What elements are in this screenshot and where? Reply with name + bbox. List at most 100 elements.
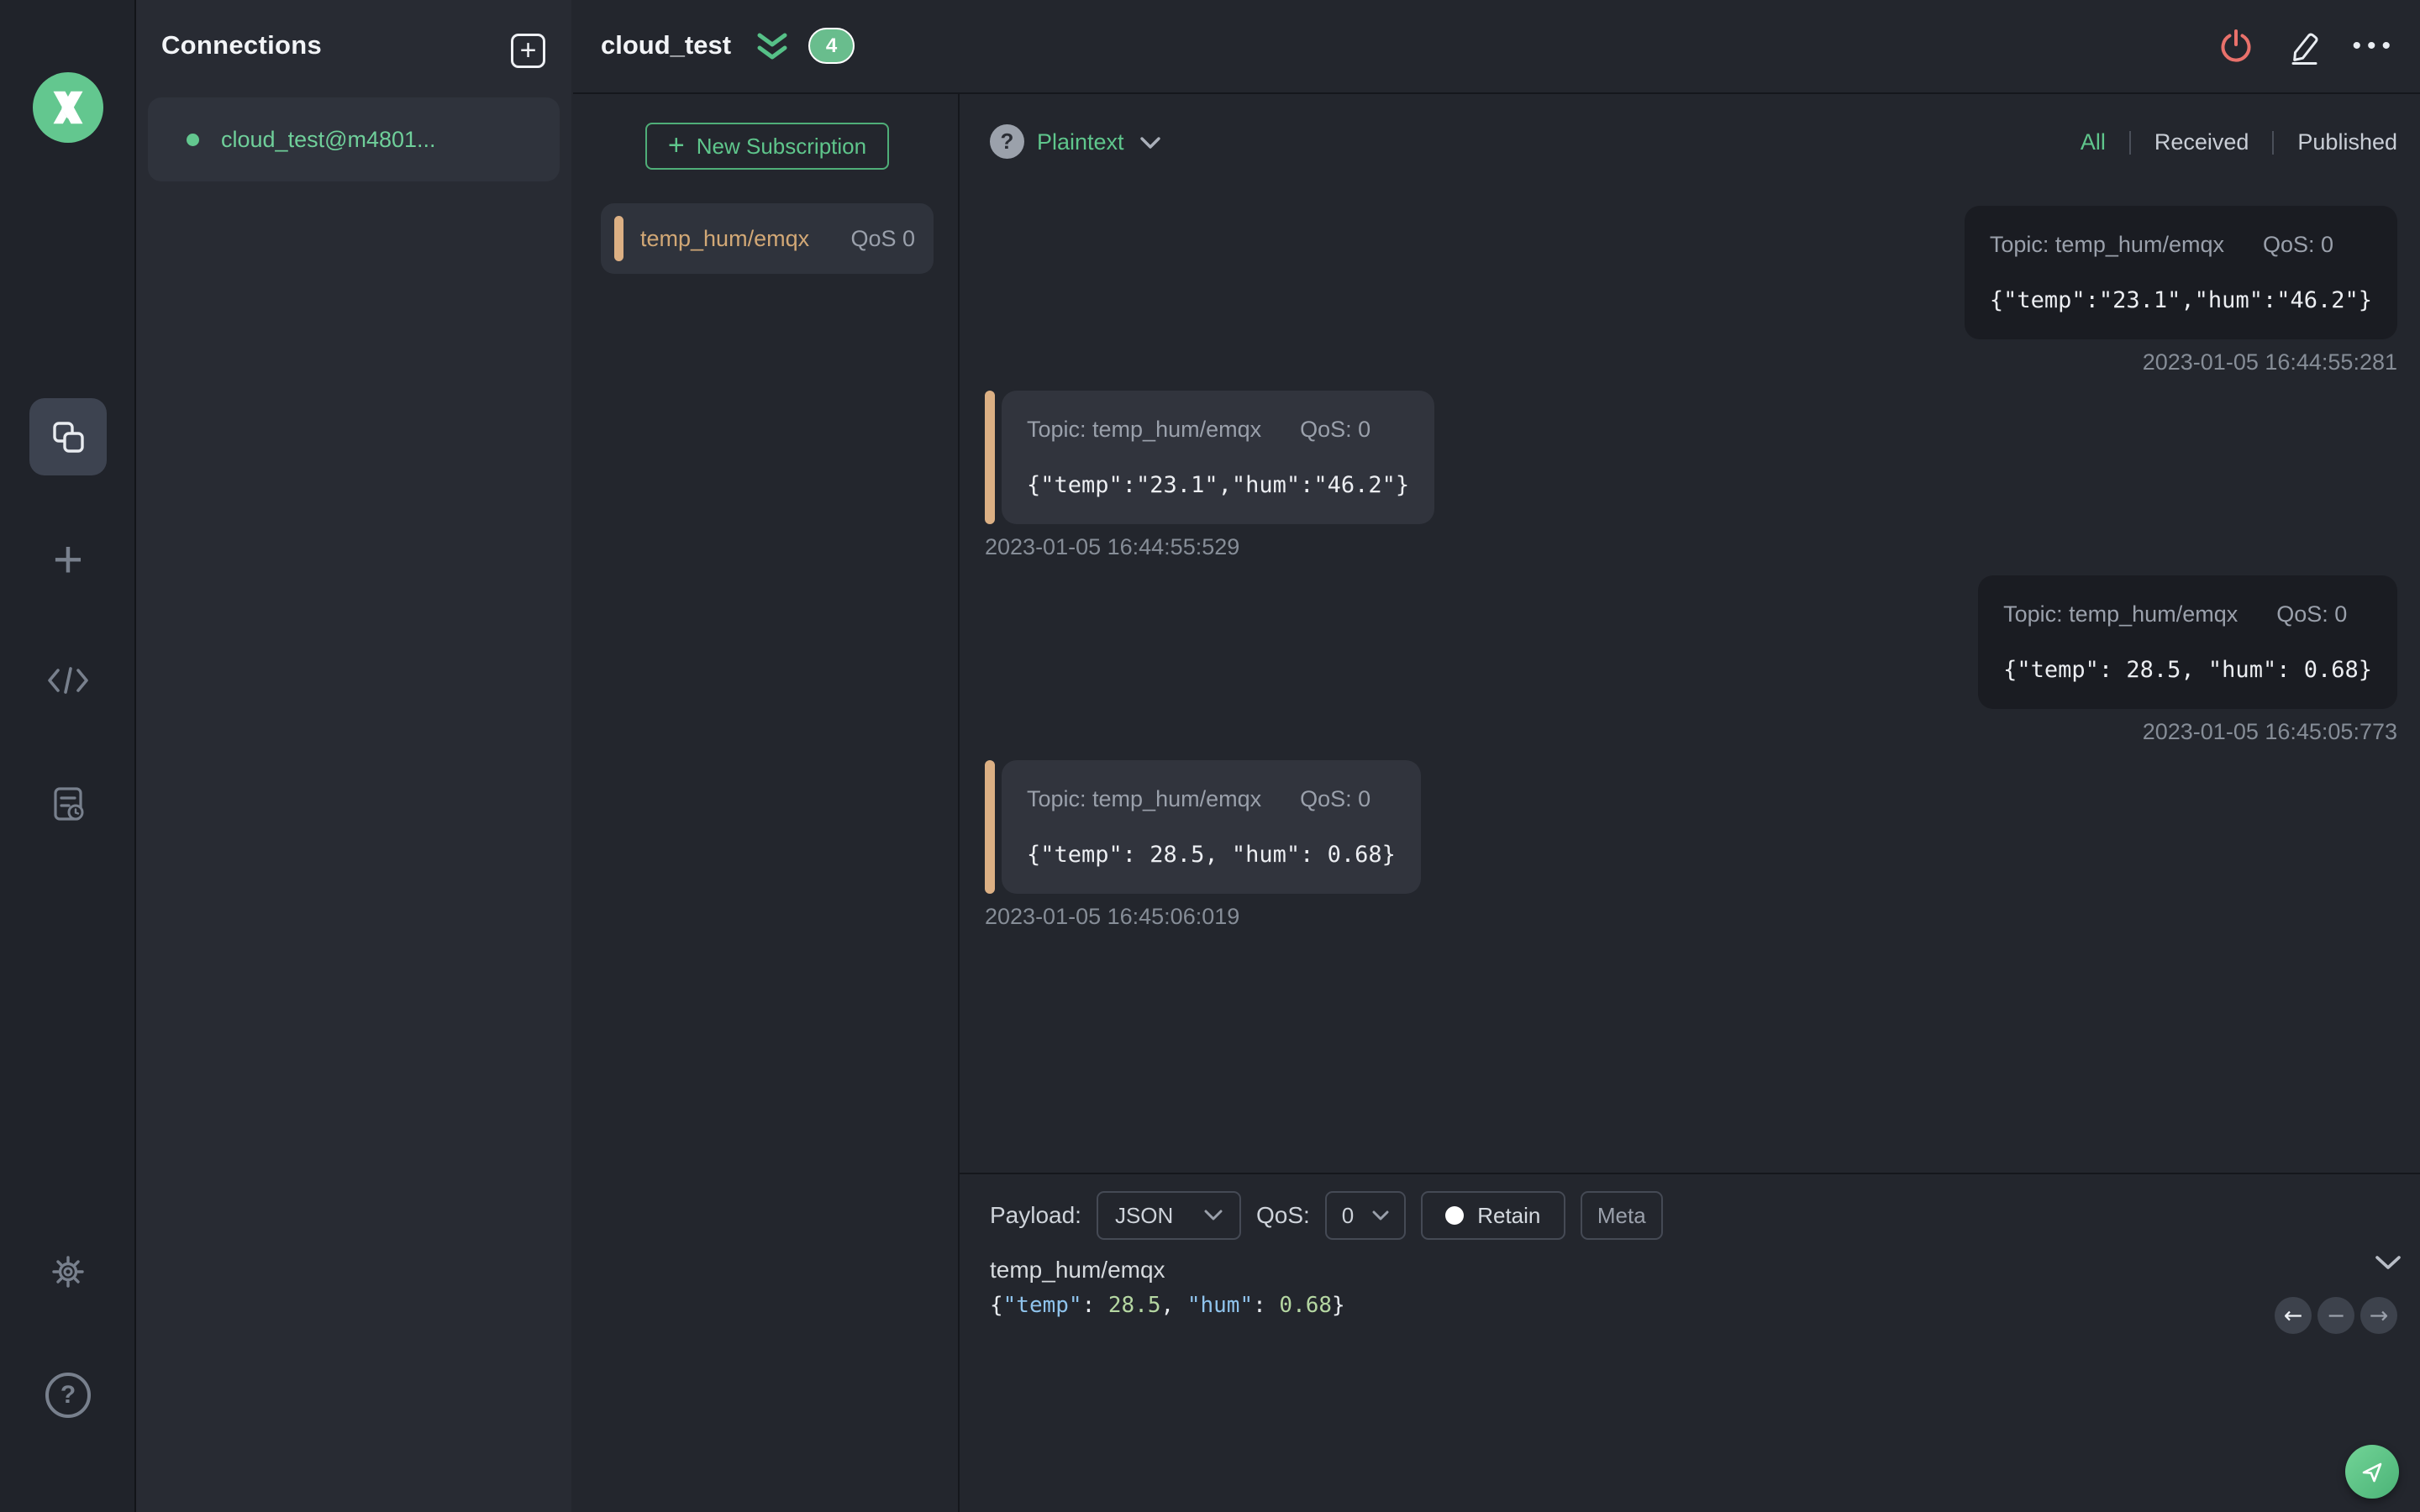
payload-format-select[interactable]: JSON: [1096, 1191, 1241, 1240]
retain-toggle[interactable]: Retain: [1420, 1191, 1565, 1240]
ellipsis-icon: •••: [2352, 32, 2396, 60]
arrow-right-icon: →: [2369, 1302, 2389, 1329]
chevron-down-icon: [1204, 1210, 1223, 1221]
subscription-color-bar: [614, 216, 623, 261]
subscription-count-badge: 4: [808, 28, 855, 64]
disconnect-button[interactable]: [2217, 28, 2254, 65]
help-icon: ?: [45, 1373, 91, 1418]
filter-published[interactable]: Published: [2297, 129, 2397, 155]
message-received: Topic: temp_hum/emqx QoS: 0 {"temp":"23.…: [985, 391, 2397, 560]
history-prev-button[interactable]: ←: [2275, 1297, 2312, 1334]
subscription-item[interactable]: temp_hum/emqx QoS 0: [601, 203, 934, 274]
edit-connection-button[interactable]: [2285, 27, 2322, 66]
main-panel: cloud_test 4 ••• + New Subscription temp…: [573, 0, 2420, 1512]
filter-received[interactable]: Received: [2154, 129, 2249, 155]
message-published: Topic: temp_hum/emqx QoS: 0 {"temp": 28.…: [985, 575, 2397, 745]
qos-value: 0: [1341, 1202, 1355, 1228]
collapse-subscriptions-icon[interactable]: [755, 32, 790, 64]
chevron-down-icon: [1372, 1210, 1389, 1220]
add-connection-button[interactable]: +: [511, 34, 545, 68]
plus-icon: +: [519, 34, 537, 66]
message-timestamp: 2023-01-05 16:45:06:019: [985, 904, 1240, 929]
message-timestamp: 2023-01-05 16:45:05:773: [2142, 719, 2397, 744]
message-color-bar: [985, 391, 995, 524]
message-timestamp: 2023-01-05 16:44:55:281: [2142, 349, 2397, 375]
message-qos: QoS: 0: [2262, 232, 2334, 257]
payload-label: Payload:: [990, 1202, 1081, 1228]
code-token: {: [990, 1293, 1003, 1318]
message-bubble: Topic: temp_hum/emqx QoS: 0 {"temp":"23.…: [1964, 206, 2397, 339]
retain-dot-icon: [1445, 1206, 1465, 1225]
sidebar-item-log[interactable]: [29, 765, 107, 843]
payload-format-value: JSON: [1114, 1202, 1174, 1228]
arrow-left-icon: ←: [2283, 1302, 2303, 1329]
message-topic: Topic: temp_hum/emqx: [1027, 786, 1262, 811]
message-topic: Topic: temp_hum/emqx: [2003, 601, 2238, 627]
sidebar-item-help[interactable]: ?: [29, 1357, 107, 1434]
message-payload: {"temp":"23.1","hum":"46.2"}: [1989, 287, 2372, 313]
message-timestamp: 2023-01-05 16:44:55:529: [985, 534, 1240, 559]
message-bubble: Topic: temp_hum/emqx QoS: 0 {"temp": 28.…: [1002, 760, 1421, 894]
message-format-dropdown[interactable]: Plaintext: [1037, 129, 1161, 155]
code-token: "temp": [1002, 1293, 1082, 1318]
plus-icon: +: [667, 129, 685, 161]
payload-editor[interactable]: {"temp": 28.5, "hum": 0.68}: [990, 1292, 1345, 1319]
sidebar-item-connections[interactable]: [29, 398, 107, 475]
mqttx-logo-icon: [33, 72, 103, 143]
messages-toolbar: ? Plaintext All Received Published: [960, 94, 2420, 188]
filter-divider: [2272, 130, 2275, 155]
sidebar-item-new-connection[interactable]: +: [29, 522, 107, 599]
connection-header: cloud_test 4 •••: [573, 0, 2420, 94]
power-icon: [2221, 29, 2251, 62]
history-next-button[interactable]: →: [2360, 1297, 2397, 1334]
code-token: ,: [1160, 1293, 1187, 1318]
chevron-down-icon: [1139, 136, 1160, 149]
message-qos: QoS: 0: [1300, 786, 1371, 811]
payload-format-help-icon[interactable]: ?: [990, 124, 1024, 159]
qos-label: QoS:: [1255, 1202, 1310, 1228]
meta-label: Meta: [1597, 1202, 1646, 1228]
paper-plane-icon: [2362, 1462, 2382, 1483]
code-token: :: [1081, 1293, 1108, 1318]
connections-panel-title: Connections: [161, 30, 323, 60]
message-history-nav: ← − →: [2275, 1297, 2397, 1334]
message-qos: QoS: 0: [1300, 417, 1371, 442]
mqttx-app: + ? Connections + cloud_test@m4801... cl…: [0, 0, 2420, 1512]
message-filters: All Received Published: [2081, 129, 2397, 155]
publish-composer: Payload: JSON QoS: 0 Retain Meta temp_hu…: [960, 1173, 2420, 1512]
code-token: 0.68: [1279, 1293, 1333, 1318]
meta-button[interactable]: Meta: [1580, 1191, 1663, 1240]
connection-title: cloud_test: [601, 30, 732, 60]
code-token: 28.5: [1107, 1293, 1161, 1318]
history-clear-button[interactable]: −: [2317, 1297, 2354, 1334]
sidebar-item-settings[interactable]: [29, 1233, 107, 1310]
connection-list-item[interactable]: cloud_test@m4801...: [148, 97, 560, 181]
subscription-qos: QoS 0: [850, 225, 915, 251]
qos-select[interactable]: 0: [1324, 1191, 1406, 1240]
more-options-button[interactable]: •••: [2352, 28, 2396, 65]
connections-panel: Connections + cloud_test@m4801...: [136, 0, 571, 1512]
retain-label: Retain: [1477, 1202, 1541, 1228]
message-color-bar: [985, 760, 995, 894]
message-list: Topic: temp_hum/emqx QoS: 0 {"temp":"23.…: [960, 188, 2420, 1173]
message-payload: {"temp": 28.5, "hum": 0.68}: [1027, 842, 1396, 868]
code-token: }: [1332, 1293, 1345, 1318]
topic-input[interactable]: temp_hum/emqx: [990, 1252, 2344, 1289]
send-button[interactable]: [2345, 1445, 2399, 1499]
log-icon: [49, 785, 87, 823]
message-bubble: Topic: temp_hum/emqx QoS: 0 {"temp":"23.…: [1002, 391, 1435, 524]
subscriptions-column: + New Subscription temp_hum/emqx QoS 0: [573, 94, 960, 1512]
message-payload: {"temp":"23.1","hum":"46.2"}: [1027, 472, 1410, 498]
subscription-topic: temp_hum/emqx: [640, 225, 810, 251]
collapse-composer-icon[interactable]: [2375, 1255, 2402, 1270]
header-actions: •••: [2217, 27, 2396, 66]
topic-value: temp_hum/emqx: [990, 1257, 1165, 1283]
sidebar-item-script[interactable]: [29, 642, 107, 719]
pencil-icon: [2291, 33, 2319, 65]
code-icon: [46, 664, 90, 697]
filter-all[interactable]: All: [2081, 129, 2106, 155]
message-topic: Topic: temp_hum/emqx: [1989, 232, 2224, 257]
new-subscription-label: New Subscription: [696, 133, 867, 159]
connection-status-dot: [187, 133, 199, 146]
new-subscription-button[interactable]: + New Subscription: [645, 123, 889, 170]
